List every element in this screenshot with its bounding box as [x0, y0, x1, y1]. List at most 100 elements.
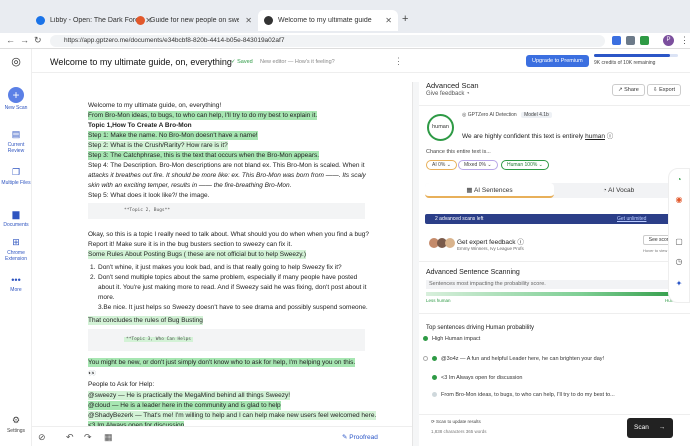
tab-title: Guide for new people on swe…: [150, 17, 240, 24]
documents-label: Documents: [3, 222, 29, 228]
gear-icon: ⚙: [11, 415, 21, 425]
back-icon[interactable]: ←: [6, 35, 15, 45]
upgrade-button[interactable]: Upgrade to Premium: [526, 55, 589, 67]
new-editor-feedback[interactable]: New editor — How's it feeling?: [260, 59, 335, 65]
arrow-right-icon: →: [658, 424, 666, 431]
list-item[interactable]: <3 Im Always open for discussion: [423, 375, 685, 381]
info-icon: ⓘ: [517, 239, 524, 246]
chrome-extension-label: Chrome Extension: [5, 250, 27, 262]
human-percent-pill[interactable]: Human 100% ⌄: [501, 160, 549, 170]
history-icon[interactable]: ⊘: [38, 432, 46, 443]
list-item[interactable]: From Bro-Mon ideas, to bugs, to who can …: [423, 392, 685, 398]
human-result-ring: human: [427, 114, 454, 141]
text-line: @ShadyBezerk — That's me! I'm willing to…: [88, 411, 377, 420]
proofread-button[interactable]: ✎ Proofread: [342, 433, 378, 441]
text-line: @sweezy — He is practically the MegaMind…: [88, 391, 291, 400]
extension-icon[interactable]: [612, 36, 621, 45]
list-item[interactable]: @3o4z — A fun and helpful Leader here, h…: [423, 356, 685, 362]
give-feedback-label: Give feedback: [426, 91, 465, 97]
scan-footer: ⟳ Scan to update results 1,838 character…: [419, 414, 690, 446]
tab-guide[interactable]: Guide for new people on swe… ✕: [130, 10, 258, 31]
more-options-icon[interactable]: ⋮: [394, 56, 403, 67]
undo-icon[interactable]: ↶: [66, 432, 74, 443]
tab-ai-vocab[interactable]: ◔ AI Vocab: [554, 183, 683, 198]
text-line: Some Rules About Posting Bugs ( these ar…: [88, 250, 306, 259]
browser-tab-bar: Libby - Open: The Dark Forest ✕ Guide fo…: [0, 0, 690, 33]
reload-icon[interactable]: ↻: [34, 35, 42, 46]
expert-subtitle: Emmy Winners, Ivy League Profs: [457, 246, 524, 251]
current-review-label: Current Review: [7, 142, 25, 154]
text-line: 👀: [88, 370, 97, 377]
give-feedback-link[interactable]: Give feedback ◔: [426, 91, 470, 97]
document-editor[interactable]: Welcome to my ultimate guide, on, everyt…: [32, 73, 412, 430]
mixed-percent-pill[interactable]: Mixed 0% ⌄: [458, 160, 498, 170]
share-label: Share: [624, 87, 639, 93]
tools-icon[interactable]: ▦: [104, 432, 113, 443]
tab-ai-sentences[interactable]: ▦ AI Sentences: [425, 183, 554, 198]
new-scan-button[interactable]: + New Scan: [0, 87, 32, 111]
text-line: @cloud — He is a leader here in the comm…: [88, 401, 281, 410]
current-review-button[interactable]: ▤ Current Review: [0, 129, 32, 154]
sentence-text: <3 Im Always open for discussion: [441, 375, 523, 381]
panel-divider[interactable]: [412, 82, 419, 446]
files-icon: ❐: [11, 167, 21, 177]
text-line: Step 2: What is the Crush/Rarity? How ra…: [88, 141, 228, 150]
code-text: **Topic 2, Bugs**: [124, 208, 171, 213]
forward-icon[interactable]: →: [20, 35, 29, 45]
document-title[interactable]: Welcome to my ultimate guide, on, everyt…: [50, 57, 232, 67]
sparkle-icon[interactable]: ✦: [674, 279, 684, 289]
divider: [419, 261, 690, 262]
redo-icon[interactable]: ↷: [84, 432, 92, 443]
menu-icon[interactable]: ⋮: [680, 35, 689, 46]
green-dot-icon: [432, 375, 437, 381]
tab-label: AI Sentences: [473, 187, 513, 194]
extension-icon[interactable]: [626, 36, 635, 45]
writing-assistant-icon[interactable]: ◉: [674, 195, 684, 205]
credits-progress-fill: [594, 54, 670, 57]
export-button[interactable]: ⇩ Export: [647, 84, 682, 96]
share-button[interactable]: ↗ Share: [612, 84, 645, 96]
radio-icon[interactable]: [423, 356, 428, 362]
multiple-files-button[interactable]: ❐ Multiple Files: [0, 167, 32, 186]
ai-percent-pill[interactable]: AI 0% ⌄: [426, 160, 457, 170]
confidence-word[interactable]: human: [585, 133, 605, 140]
more-label: More: [10, 287, 22, 293]
saved-status: ✓ Saved: [231, 59, 253, 65]
app-sidebar: ◎ + New Scan ▤ Current Review ❐ Multiple…: [0, 49, 32, 446]
documents-button[interactable]: ▆ Documents: [0, 209, 32, 228]
expert-feedback-card[interactable]: Get expert feedback ⓘ Emmy Winners, Ivy …: [425, 232, 683, 256]
scan-update-text: Scan to update results: [436, 419, 481, 424]
code-text: **Topic 3, Who Can Helps: [124, 337, 194, 342]
chat-icon[interactable]: ▢: [674, 237, 684, 247]
settings-button[interactable]: ⚙ Settings: [0, 415, 32, 434]
profile-avatar[interactable]: P: [663, 35, 674, 46]
text-line: People to Ask for Help:: [88, 381, 155, 388]
chance-label: Chance this entire text is...: [426, 149, 491, 155]
chart-icon[interactable]: ◷: [674, 257, 684, 267]
extension-icon[interactable]: [640, 36, 649, 45]
get-unlimited-link[interactable]: Get unlimited: [617, 214, 646, 224]
close-icon[interactable]: ✕: [239, 16, 252, 25]
chrome-extension-button[interactable]: ⊞ Chrome Extension: [0, 237, 32, 262]
text-line: Step 5: What does it look like?/ the ima…: [88, 192, 210, 199]
url-field[interactable]: https://app.gptzero.me/documents/e34bcbf…: [50, 35, 605, 47]
info-icon[interactable]: ⓘ: [607, 133, 614, 140]
text-line: Report it! Make sure it is in the bug bu…: [88, 241, 293, 248]
text-line: skin with an exciting temper, results in…: [88, 182, 292, 189]
folder-icon: ▆: [12, 209, 20, 219]
new-tab-icon[interactable]: +: [402, 13, 408, 25]
green-dot-icon: [432, 356, 437, 362]
gptzero-icon: ◎: [462, 112, 467, 118]
gptzero-logo[interactable]: ◎: [0, 55, 32, 68]
expert-title: Get expert feedback ⓘ: [457, 236, 524, 246]
grammar-icon[interactable]: ◔: [674, 175, 684, 185]
less-human-label: Less human: [426, 298, 451, 303]
close-icon[interactable]: ✕: [379, 16, 392, 25]
multiple-files-label: Multiple Files: [1, 180, 31, 186]
export-label: Export: [659, 87, 676, 93]
tab-welcome[interactable]: Welcome to my ultimate guide ✕: [258, 10, 398, 31]
scan-button[interactable]: Scan →: [627, 418, 673, 438]
top-sentences-title: Top sentences driving Human probability: [426, 325, 535, 331]
credits-progress: [594, 54, 678, 57]
more-button[interactable]: ••• More: [0, 275, 32, 293]
